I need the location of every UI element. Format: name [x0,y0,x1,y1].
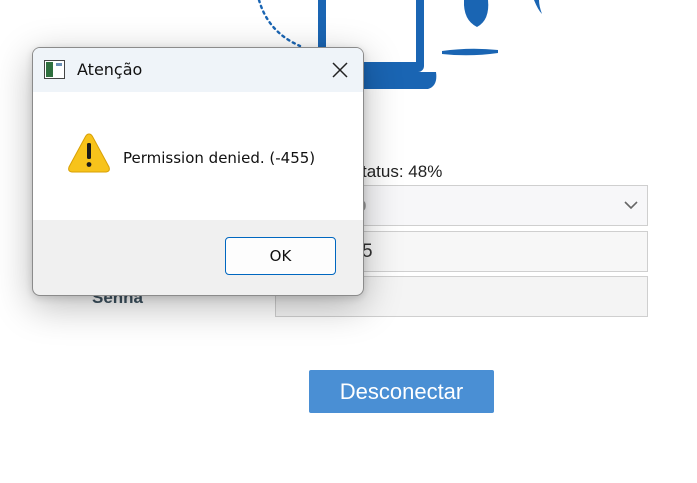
status-text: tatus: 48% [362,162,443,181]
dialog-title: Atenção [77,60,143,79]
app-window-icon [44,60,65,79]
dialog-titlebar: Atenção [33,48,363,92]
close-icon [332,62,348,78]
dialog-content: Permission denied. (-455) [33,92,363,220]
warning-icon [68,133,110,173]
disconnect-button[interactable]: Desconectar [309,370,494,413]
dialog-message: Permission denied. (-455) [123,149,316,167]
alert-dialog: Atenção Permission denied. (-455) OK [32,47,364,296]
chevron-down-icon [624,201,638,210]
close-button[interactable] [323,53,357,87]
ok-button[interactable]: OK [225,237,336,275]
